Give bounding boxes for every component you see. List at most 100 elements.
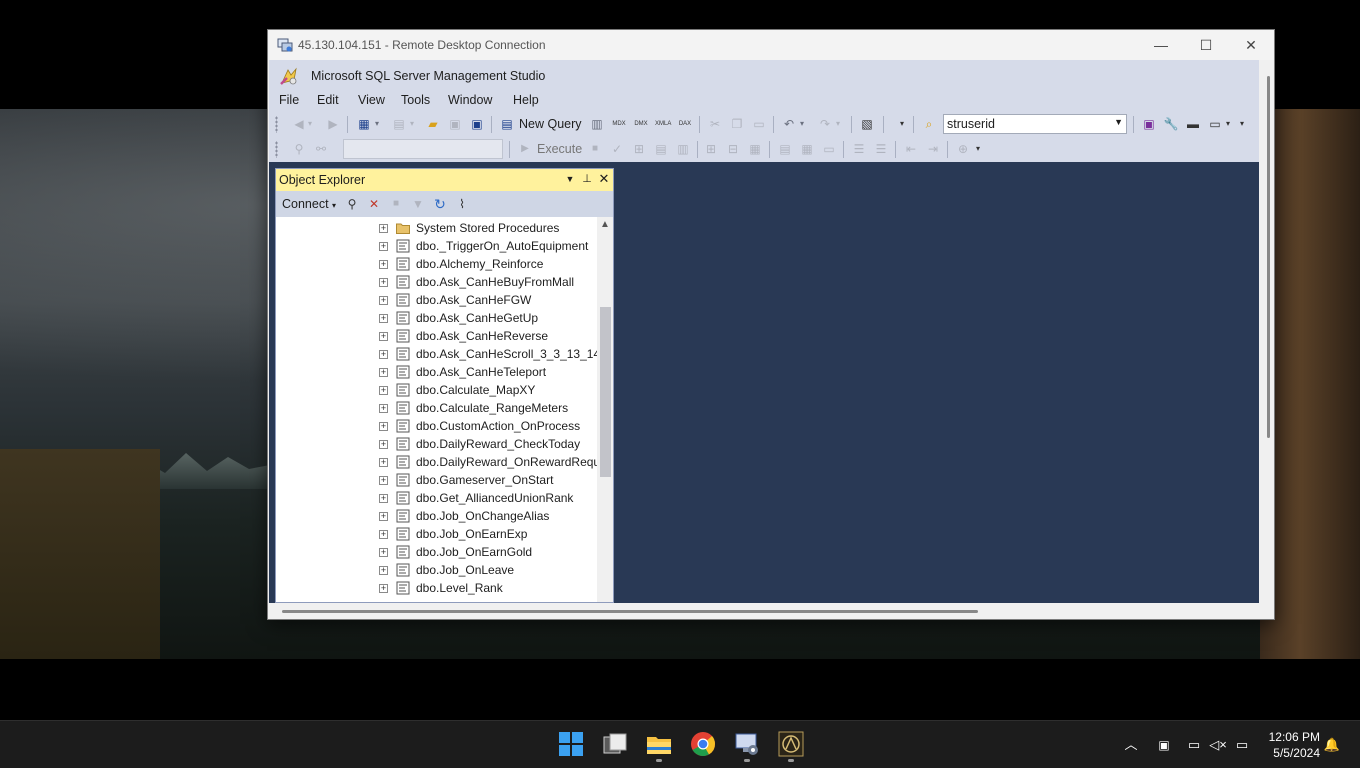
toolbar-grip[interactable] xyxy=(275,116,278,133)
toolbar-overflow-icon[interactable]: ▾ xyxy=(973,141,983,157)
expand-icon[interactable]: + xyxy=(379,566,388,575)
tree-node[interactable]: + dbo.CustomAction_OnProcess xyxy=(276,417,597,435)
tree-node[interactable]: + dbo.Job_OnLeave xyxy=(276,561,597,579)
menu-view[interactable]: View xyxy=(358,93,385,107)
toolbar-overflow-icon[interactable]: ▾ xyxy=(1237,116,1247,132)
disconnect-icon[interactable]: ✕ xyxy=(366,196,382,212)
query-designer-icon[interactable]: ▤ xyxy=(653,141,669,157)
execute-button[interactable]: Execute xyxy=(537,142,582,156)
tree-node[interactable]: + dbo.Get_AlliancedUnionRank xyxy=(276,489,597,507)
new-project-dropdown-icon[interactable]: ▾ xyxy=(372,116,382,132)
execute-icon[interactable]: ▶ xyxy=(517,141,533,157)
maximize-button[interactable]: ☐ xyxy=(1183,30,1229,60)
tree-vertical-scrollbar[interactable]: ▲ xyxy=(597,217,613,602)
change-connection-icon[interactable]: ⚯ xyxy=(313,141,329,157)
dax-query-icon[interactable]: DAX xyxy=(677,116,693,132)
parse-icon[interactable]: ✓ xyxy=(609,141,625,157)
activity-monitor-icon[interactable]: ▧ xyxy=(859,116,875,132)
expand-icon[interactable]: + xyxy=(379,350,388,359)
menu-window[interactable]: Window xyxy=(448,93,492,107)
copy-icon[interactable]: ❐ xyxy=(729,116,745,132)
scrollbar-thumb[interactable] xyxy=(600,307,611,477)
expand-icon[interactable]: + xyxy=(379,368,388,377)
tree-node[interactable]: + dbo.Alchemy_Reinforce xyxy=(276,255,597,273)
tree-node[interactable]: + dbo.Job_OnEarnGold xyxy=(276,543,597,561)
remote-desktop-tray-icon[interactable]: ▣ xyxy=(1155,736,1173,754)
expand-icon[interactable]: + xyxy=(379,314,388,323)
window-position-dropdown-icon[interactable]: ▼ xyxy=(562,171,578,187)
connect-plug-icon[interactable]: ⚲ xyxy=(291,141,307,157)
notifications-bell-icon[interactable]: 🔔 xyxy=(1323,736,1341,754)
specify-template-values-icon[interactable]: ⊕ xyxy=(955,141,971,157)
tree-node[interactable]: + dbo.Ask_CanHeBuyFromMall xyxy=(276,273,597,291)
find-in-files-icon[interactable]: ⌕ xyxy=(921,116,937,132)
tree-node[interactable]: + dbo.Level_Rank xyxy=(276,579,597,597)
save-all-icon[interactable]: ▣ xyxy=(469,116,485,132)
properties-icon[interactable]: 🔧 xyxy=(1163,116,1179,132)
file-explorer-icon[interactable] xyxy=(646,731,672,757)
add-item-dropdown-icon[interactable]: ▾ xyxy=(407,116,417,132)
battery-icon[interactable]: ▭ xyxy=(1233,736,1251,754)
open-file-icon[interactable]: ▰ xyxy=(425,116,441,132)
new-query-icon[interactable]: ▤ xyxy=(499,116,515,132)
display-estimated-plan-icon[interactable]: ⊞ xyxy=(631,141,647,157)
new-project-icon[interactable]: ▦ xyxy=(356,116,372,132)
results-to-file-icon[interactable]: ▭ xyxy=(821,141,837,157)
minimize-button[interactable]: — xyxy=(1138,30,1184,60)
uncomment-icon[interactable]: ☰ xyxy=(873,141,889,157)
expand-icon[interactable]: + xyxy=(379,296,388,305)
tree-node[interactable]: + dbo.Ask_CanHeScroll_3_3_13_14 xyxy=(276,345,597,363)
refresh-icon[interactable]: ↻ xyxy=(432,196,448,212)
expand-icon[interactable]: + xyxy=(379,512,388,521)
client-statistics-icon[interactable]: ▤ xyxy=(777,141,793,157)
increase-indent-icon[interactable]: ⇥ xyxy=(925,141,941,157)
tree-node[interactable]: + dbo.DailyReward_CheckToday xyxy=(276,435,597,453)
task-view-icon[interactable] xyxy=(602,731,628,757)
expand-icon[interactable]: + xyxy=(379,584,388,593)
clock[interactable]: 12:06 PM 5/5/2024 xyxy=(1258,729,1320,761)
paste-icon[interactable]: ▭ xyxy=(751,116,767,132)
undo-icon[interactable]: ↶ xyxy=(781,116,797,132)
menu-file[interactable]: File xyxy=(279,93,299,107)
expand-icon[interactable]: + xyxy=(379,548,388,557)
rdp-horizontal-scrollbar[interactable] xyxy=(282,610,978,613)
results-to-grid-icon[interactable]: ▦ xyxy=(799,141,815,157)
live-query-stats-icon[interactable]: ▦ xyxy=(747,141,763,157)
database-engine-query-icon[interactable]: ▥ xyxy=(589,116,605,132)
windows-start-icon[interactable] xyxy=(558,731,584,757)
command-window-icon[interactable]: ▭ xyxy=(1207,116,1223,132)
available-databases-combo[interactable]: struserid ▼ xyxy=(943,114,1127,134)
network-icon[interactable]: ▭ xyxy=(1185,736,1203,754)
menu-help[interactable]: Help xyxy=(513,93,539,107)
comment-out-icon[interactable]: ☰ xyxy=(851,141,867,157)
expand-icon[interactable]: + xyxy=(379,494,388,503)
toolbox-icon[interactable]: ▬ xyxy=(1185,116,1201,132)
expand-icon[interactable]: + xyxy=(379,332,388,341)
expand-icon[interactable]: + xyxy=(379,476,388,485)
expand-icon[interactable]: + xyxy=(379,404,388,413)
tree-node[interactable]: + dbo.Job_OnChangeAlias xyxy=(276,507,597,525)
toolbar-grip[interactable] xyxy=(275,141,278,158)
expand-icon[interactable]: + xyxy=(379,386,388,395)
decrease-indent-icon[interactable]: ⇤ xyxy=(903,141,919,157)
rdp-vertical-scrollbar[interactable] xyxy=(1267,76,1270,438)
remote-desktop-icon[interactable] xyxy=(734,731,760,757)
tree-node[interactable]: + dbo.Ask_CanHeReverse xyxy=(276,327,597,345)
tree-node[interactable]: + dbo.DailyReward_OnRewardReque xyxy=(276,453,597,471)
mdx-query-icon[interactable]: MDX xyxy=(611,116,627,132)
speaker-muted-icon[interactable]: ◁× xyxy=(1209,736,1227,754)
game-app-icon[interactable] xyxy=(778,731,804,757)
forward-icon[interactable]: ▶ xyxy=(325,116,341,132)
tree-node[interactable]: + dbo.Gameserver_OnStart xyxy=(276,471,597,489)
connect-plug-icon[interactable]: ⚲ xyxy=(344,196,360,212)
connect-button[interactable]: Connect ▾ xyxy=(282,197,336,211)
tree-node[interactable]: + dbo.Job_OnEarnExp xyxy=(276,525,597,543)
tree-node[interactable]: + dbo.Ask_CanHeFGW xyxy=(276,291,597,309)
activity-monitor-icon[interactable]: ⌇ xyxy=(454,196,470,212)
tree-node[interactable]: + dbo.Calculate_MapXY xyxy=(276,381,597,399)
tree-node[interactable]: + dbo.Ask_CanHeGetUp xyxy=(276,309,597,327)
database-combo-disabled[interactable] xyxy=(343,139,503,159)
chrome-icon[interactable] xyxy=(690,731,716,757)
expand-icon[interactable]: + xyxy=(379,440,388,449)
expand-icon[interactable]: + xyxy=(379,458,388,467)
